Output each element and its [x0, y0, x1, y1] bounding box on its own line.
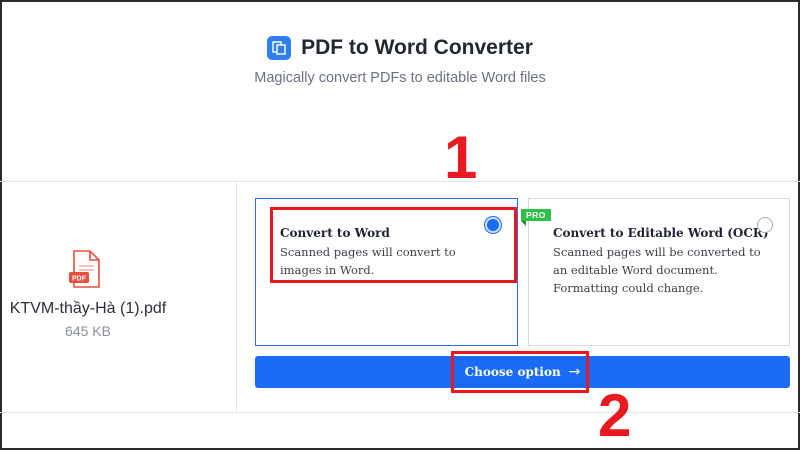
- page-title: PDF to Word Converter: [301, 36, 533, 59]
- annotation-step-2: 2: [598, 382, 632, 449]
- option-title: Convert to Editable Word (OCR): [553, 226, 769, 240]
- annotation-box-button: [451, 351, 589, 393]
- file-info: PDF KTVM-thầy-Hà (1).pdf 645 KB: [0, 182, 237, 412]
- pro-badge: PRO: [521, 209, 551, 226]
- annotation-step-1: 1: [444, 124, 478, 191]
- page-subtitle: Magically convert PDFs to editable Word …: [254, 70, 546, 86]
- file-size: 645 KB: [65, 323, 111, 339]
- option-description: Scanned pages will be converted to an ed…: [553, 245, 761, 295]
- file-name: KTVM-thầy-Hà (1).pdf: [9, 300, 167, 317]
- title-row: PDF to Word Converter: [267, 36, 533, 60]
- pdf-icon-label: PDF: [72, 276, 87, 283]
- page-header: PDF to Word Converter Magically convert …: [0, 36, 800, 86]
- pdf-to-word-icon: [267, 36, 292, 60]
- radio-unselected[interactable]: [757, 217, 773, 233]
- option-convert-to-editable-word-ocr[interactable]: PRO Convert to Editable Word (OCR) Scann…: [521, 198, 790, 346]
- annotation-box-option: [270, 207, 517, 283]
- pdf-file-icon: PDF: [69, 250, 100, 288]
